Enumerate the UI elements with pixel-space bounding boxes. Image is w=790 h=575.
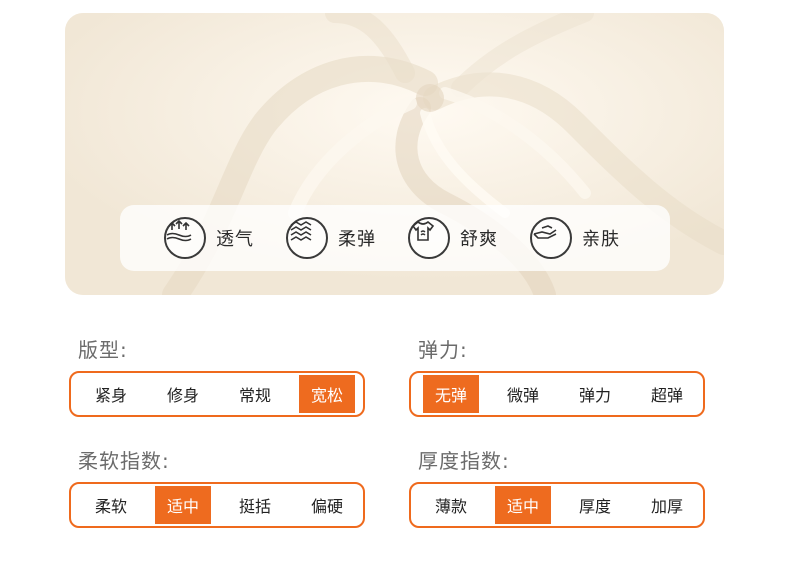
elasticity-title: 弹力:	[418, 338, 468, 362]
fabric-photo: 透气 柔弹 舒爽 亲肤	[65, 13, 724, 295]
option-elastic-slight[interactable]: 微弹	[495, 375, 551, 413]
option-fit-tight[interactable]: 紧身	[83, 375, 139, 413]
option-elastic-stretch[interactable]: 弹力	[567, 375, 623, 413]
option-elastic-none[interactable]: 无弹	[423, 375, 479, 413]
feature-stretch: 柔弹	[286, 216, 376, 260]
option-fit-slim[interactable]: 修身	[155, 375, 211, 413]
fit-title: 版型:	[78, 338, 128, 362]
option-elastic-super[interactable]: 超弹	[639, 375, 695, 413]
option-fit-regular[interactable]: 常规	[227, 375, 283, 413]
feature-bar: 透气 柔弹 舒爽 亲肤	[120, 205, 670, 271]
fit-selector: 紧身 修身 常规 宽松	[69, 371, 365, 417]
option-thin[interactable]: 薄款	[423, 486, 479, 524]
option-fit-loose[interactable]: 宽松	[299, 375, 355, 413]
feature-label: 亲肤	[582, 229, 620, 250]
feature-label: 柔弹	[338, 229, 376, 250]
feature-cool: 舒爽	[408, 216, 498, 260]
option-crisp[interactable]: 挺括	[227, 486, 283, 524]
softness-selector: 柔软 适中 挺括 偏硬	[69, 482, 365, 528]
feature-label: 透气	[216, 229, 254, 250]
feature-skin-friendly: 亲肤	[530, 216, 620, 260]
thickness-selector: 薄款 适中 厚度 加厚	[409, 482, 705, 528]
thickness-title: 厚度指数:	[418, 449, 510, 473]
option-thick[interactable]: 厚度	[567, 486, 623, 524]
shirt-icon	[408, 217, 450, 259]
feature-breathable: 透气	[164, 216, 254, 260]
hand-icon	[530, 217, 572, 259]
breathable-icon	[164, 217, 206, 259]
option-stiff[interactable]: 偏硬	[299, 486, 355, 524]
feature-label: 舒爽	[460, 229, 498, 250]
elasticity-selector: 无弹 微弹 弹力 超弹	[409, 371, 705, 417]
option-extra-thick[interactable]: 加厚	[639, 486, 695, 524]
softness-title: 柔软指数:	[78, 449, 170, 473]
option-thick-medium[interactable]: 适中	[495, 486, 551, 524]
option-soft[interactable]: 柔软	[83, 486, 139, 524]
wave-stretch-icon	[286, 217, 328, 259]
option-soft-medium[interactable]: 适中	[155, 486, 211, 524]
